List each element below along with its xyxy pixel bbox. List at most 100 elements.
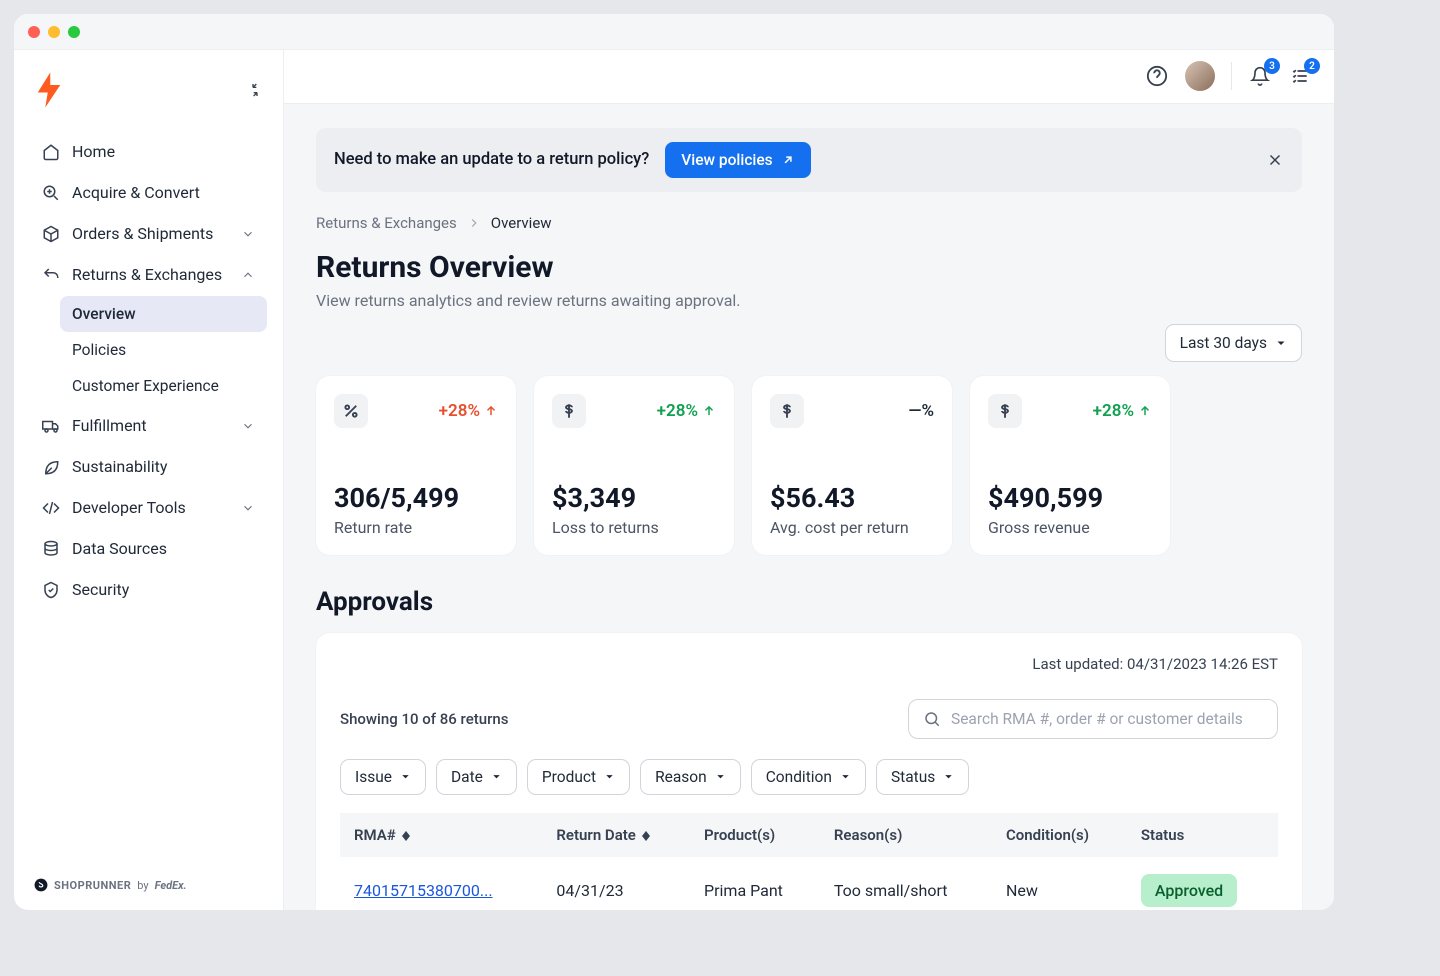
topbar: 3 2 <box>284 50 1334 104</box>
column-header: Reason(s) <box>820 813 992 857</box>
sidebar-item-sustainability[interactable]: Sustainability <box>30 447 267 486</box>
divider <box>1231 62 1232 90</box>
filter-reason[interactable]: Reason <box>640 759 741 795</box>
breadcrumb: Returns & Exchanges Overview <box>316 214 1302 232</box>
filter-product[interactable]: Product <box>527 759 630 795</box>
dollar-icon <box>770 394 804 428</box>
search-input[interactable] <box>951 710 1263 728</box>
sidebar-item-label: Orders & Shipments <box>72 224 213 243</box>
stat-card: +28%306/5,499Return rate <box>316 376 516 555</box>
sidebar-item-devtools[interactable]: Developer Tools <box>30 488 267 527</box>
close-banner-icon[interactable] <box>1266 151 1284 169</box>
notifications-icon[interactable]: 3 <box>1248 64 1272 88</box>
cell-reason: Too small/short <box>820 857 992 910</box>
help-icon[interactable] <box>1145 64 1169 88</box>
app-logo <box>34 72 64 108</box>
page-subtitle: View returns analytics and review return… <box>316 291 1302 310</box>
chevron-down-icon <box>241 419 255 433</box>
trend-indicator: +28% <box>439 401 498 421</box>
approvals-panel: Last updated: 04/31/2023 14:26 EST Showi… <box>316 633 1302 910</box>
stat-value: $490,599 <box>988 482 1152 514</box>
breadcrumb-parent[interactable]: Returns & Exchanges <box>316 214 457 232</box>
policy-banner: Need to make an update to a return polic… <box>316 128 1302 192</box>
dollar-icon <box>552 394 586 428</box>
view-policies-button[interactable]: View policies <box>665 142 810 178</box>
filter-date[interactable]: Date <box>436 759 517 795</box>
trend-indicator: —% <box>908 401 934 421</box>
sidebar-item-label: Sustainability <box>72 457 167 476</box>
trend-indicator: +28% <box>1093 401 1152 421</box>
caret-down-icon <box>491 771 502 782</box>
window-titlebar <box>14 14 1334 50</box>
rma-link[interactable]: 74015715380700... <box>354 881 493 900</box>
stat-value: $3,349 <box>552 482 716 514</box>
collapse-sidebar-icon[interactable] <box>247 82 263 98</box>
sidebar-item-datasources[interactable]: Data Sources <box>30 529 267 568</box>
window-zoom[interactable] <box>68 26 80 38</box>
cell-date: 04/31/23 <box>542 857 690 910</box>
window-close[interactable] <box>28 26 40 38</box>
stat-card: +28% $490,599 Gross revenue <box>970 376 1170 555</box>
stat-label: Loss to returns <box>552 518 716 537</box>
package-icon <box>42 225 60 243</box>
arrow-up-right-icon <box>781 153 795 167</box>
table-row: 74015715380700...04/31/23Prima PantToo s… <box>340 857 1278 910</box>
sort-icon <box>642 831 650 841</box>
chevron-down-icon <box>241 501 255 515</box>
breadcrumb-current: Overview <box>491 214 552 232</box>
sidebar-item-label: Developer Tools <box>72 498 186 517</box>
column-header[interactable]: Return Date <box>542 813 690 857</box>
sidebar-subitem-customer-experience[interactable]: Customer Experience <box>60 368 267 404</box>
sidebar-item-label: Data Sources <box>72 539 167 558</box>
date-range-select[interactable]: Last 30 days <box>1165 324 1302 362</box>
sidebar-item-label: Fulfillment <box>72 416 147 435</box>
caret-down-icon <box>715 771 726 782</box>
stats-row: +28%306/5,499Return rate+28%$3,349Loss t… <box>316 376 1302 555</box>
sidebar-subitem-overview[interactable]: Overview <box>60 296 267 332</box>
column-header: Status <box>1127 813 1278 857</box>
caret-down-icon <box>1275 337 1287 349</box>
chevron-up-icon <box>241 268 255 282</box>
shield-icon <box>42 581 60 599</box>
stat-label: Gross revenue <box>988 518 1152 537</box>
home-icon <box>42 143 60 161</box>
caret-down-icon <box>840 771 851 782</box>
filter-issue[interactable]: Issue <box>340 759 426 795</box>
column-header: Condition(s) <box>992 813 1127 857</box>
date-range-label: Last 30 days <box>1180 334 1267 352</box>
chevron-down-icon <box>241 227 255 241</box>
sidebar-item-fulfillment[interactable]: Fulfillment <box>30 406 267 445</box>
stat-value: 306/5,499 <box>334 482 498 514</box>
sidebar-item-security[interactable]: Security <box>30 570 267 609</box>
sidebar-item-label: Customer Experience <box>72 377 219 395</box>
caret-down-icon <box>604 771 615 782</box>
sidebar-item-acquire[interactable]: Acquire & Convert <box>30 173 267 212</box>
search-field[interactable] <box>908 699 1278 739</box>
caret-down-icon <box>943 771 954 782</box>
button-label: View policies <box>681 151 772 169</box>
sidebar-subitem-policies[interactable]: Policies <box>60 332 267 368</box>
stat-card: +28%$3,349Loss to returns <box>534 376 734 555</box>
sidebar-item-home[interactable]: Home <box>30 132 267 171</box>
sidebar-item-label: Returns & Exchanges <box>72 265 222 284</box>
truck-icon <box>42 417 60 435</box>
tasks-badge: 2 <box>1304 58 1320 74</box>
page-title: Returns Overview <box>316 250 1302 285</box>
status-badge: Approved <box>1141 874 1237 907</box>
window-minimize[interactable] <box>48 26 60 38</box>
sort-icon <box>402 831 410 841</box>
banner-text: Need to make an update to a return polic… <box>334 150 649 169</box>
avatar[interactable] <box>1185 61 1215 91</box>
column-header[interactable]: RMA# <box>340 813 542 857</box>
approvals-title: Approvals <box>316 587 1302 617</box>
filter-status[interactable]: Status <box>876 759 969 795</box>
notifications-badge: 3 <box>1264 58 1280 74</box>
filter-condition[interactable]: Condition <box>751 759 866 795</box>
search-plus-icon <box>42 184 60 202</box>
brand-footer: SHOPRUNNER by FedEx. <box>34 878 187 892</box>
sidebar-item-returns[interactable]: Returns & Exchanges <box>30 255 267 294</box>
database-icon <box>42 540 60 558</box>
tasks-icon[interactable]: 2 <box>1288 64 1312 88</box>
stat-value: $56.43 <box>770 482 934 514</box>
sidebar-item-orders[interactable]: Orders & Shipments <box>30 214 267 253</box>
